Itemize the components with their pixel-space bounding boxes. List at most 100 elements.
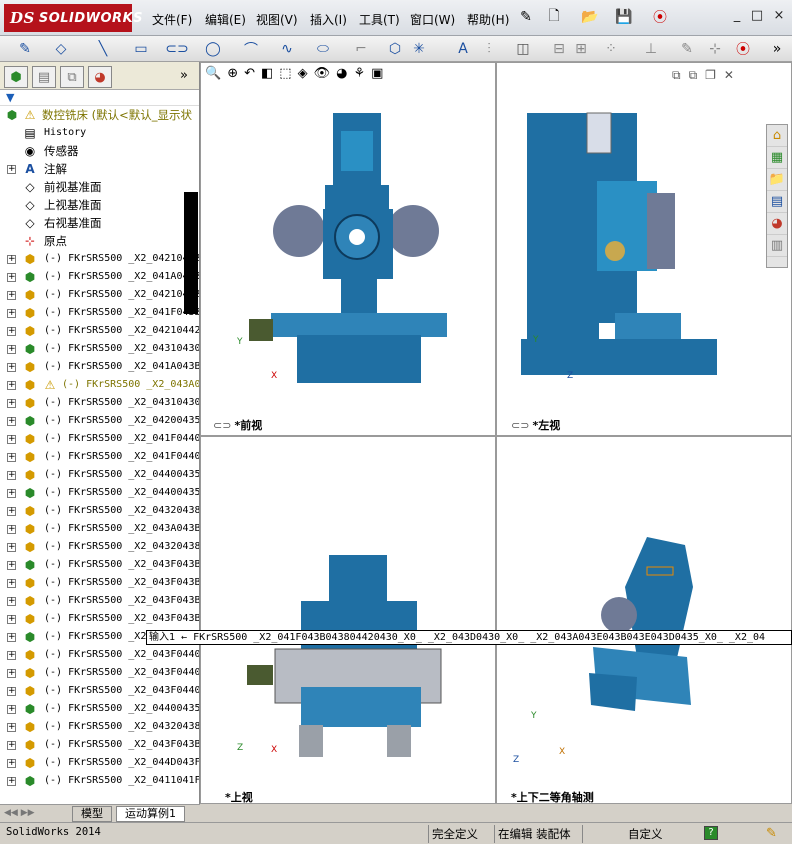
menu-view[interactable]: 视图(V) <box>256 11 298 28</box>
section-view-icon[interactable]: ◧ <box>261 66 273 88</box>
expand-toggle[interactable]: + <box>7 741 16 750</box>
expand-toggle[interactable]: + <box>7 777 16 786</box>
tree-part-row[interactable]: + ⬢ (-) FKrSRS500 _X2_04320438 <box>0 538 199 556</box>
tree-part-row[interactable]: + ⬢ (-) FKrSRS500 _X2_043F043B <box>0 556 199 574</box>
point-icon[interactable]: ✳ <box>408 39 430 59</box>
design-library-icon[interactable]: ▦ <box>767 147 787 169</box>
solidworks-logo[interactable]: DS SOLIDWORKS <box>4 4 143 32</box>
rectangle-icon[interactable]: ▭ <box>130 39 152 59</box>
file-explorer-icon[interactable]: 📁 <box>767 169 787 191</box>
menu-file[interactable]: 文件(F) <box>152 11 192 28</box>
tree-node[interactable]: ◉ 传感器 <box>0 142 199 160</box>
tree-part-row[interactable]: + ⬢ (-) FKrSRS500 _X2_044D043F <box>0 754 199 772</box>
tab-motion-study[interactable]: 运动算例1 <box>116 806 185 822</box>
tree-part-row[interactable]: + ⬢ (-) FKrSRS500 _X2_042104420 <box>0 250 199 268</box>
expand-toggle[interactable]: + <box>7 615 16 624</box>
menu-tools[interactable]: 工具(T) <box>359 11 400 28</box>
rapid-sketch-icon[interactable]: ⦿ <box>732 39 754 59</box>
text-icon[interactable]: A <box>452 39 474 59</box>
configuration-manager-tab[interactable]: ⧉ <box>60 66 84 88</box>
expand-toggle[interactable]: + <box>7 327 16 336</box>
mirror-icon[interactable]: ⫶ <box>478 39 500 59</box>
tree-node[interactable]: ▤ History <box>0 124 199 142</box>
expand-toggle[interactable]: + <box>7 489 16 498</box>
tree-node[interactable]: ⊹ 原点 <box>0 232 199 250</box>
expand-toggle[interactable]: + <box>7 363 16 372</box>
display-style-icon[interactable]: ◈ <box>298 66 308 88</box>
tree-part-row[interactable]: + ⬢ (-) FKrSRS500 _X2_042104420 <box>0 286 199 304</box>
expand-toggle[interactable]: + <box>7 669 16 678</box>
tree-part-row[interactable]: + ⬢ (-) FKrSRS500 _X2_043F043B <box>0 592 199 610</box>
appearances-icon[interactable]: ◕ <box>767 213 787 235</box>
offset-icon[interactable]: ◫ <box>512 39 534 59</box>
traffic-light-icon[interactable]: ⦿ <box>650 7 670 27</box>
expand-toggle[interactable]: + <box>7 561 16 570</box>
sketch-icon[interactable]: ✎ <box>14 39 36 59</box>
slot-icon[interactable]: ⊂⊃ <box>165 39 188 59</box>
save-icon[interactable]: 💾 <box>614 7 634 27</box>
viewport-left[interactable]: Y Z ⊂⊃ *左视 <box>496 62 792 436</box>
tree-part-row[interactable]: + ⬢ (-) FKrSRS500 _X2_043F0440 <box>0 664 199 682</box>
spline-icon[interactable]: ∿ <box>276 39 298 59</box>
arc-icon[interactable]: ⌒ <box>240 39 262 59</box>
expand-toggle[interactable]: + <box>7 633 16 642</box>
expand-toggle[interactable]: + <box>7 345 16 354</box>
expand-toggle[interactable]: + <box>7 291 16 300</box>
tree-part-row[interactable]: + ⬢ (-) FKrSRS500 _X2_043A043B <box>0 520 199 538</box>
edit-appearance-icon[interactable]: ◕ <box>336 66 347 88</box>
tree-part-row[interactable]: + ⬢ ⚠ (-) FKrSRS500 _X2_043A04 <box>0 376 199 394</box>
new-icon[interactable]: 🗋 <box>544 7 564 27</box>
trim-icon[interactable]: ⊟ <box>548 39 570 59</box>
viewport-restore-icon[interactable]: ❐ <box>705 68 716 83</box>
expand-toggle[interactable]: + <box>7 543 16 552</box>
expand-toggle[interactable]: + <box>7 435 16 444</box>
menu-insert[interactable]: 插入(I) <box>310 11 347 28</box>
tree-part-row[interactable]: + ⬢ (-) FKrSRS500 _X2_04400435 <box>0 466 199 484</box>
viewport-top[interactable]: Z X *上视 <box>200 436 496 804</box>
smart-dimension-icon[interactable]: ◇ <box>50 39 72 59</box>
tree-part-row[interactable]: + ⬢ (-) FKrSRS500 _X2_041F0440 <box>0 448 199 466</box>
tree-part-row[interactable]: + ⬢ (-) FKrSRS500 _X2_043F043B <box>0 574 199 592</box>
feature-manager-tab[interactable]: ⬢ <box>4 66 28 88</box>
expand-toggle[interactable]: + <box>7 579 16 588</box>
viewport-isometric[interactable]: Y X Z *上下二等角轴测 <box>496 436 792 804</box>
expand-toggle[interactable]: + <box>7 651 16 660</box>
tree-node[interactable]: ◇ 右视基准面 <box>0 214 199 232</box>
restore-button[interactable]: □ <box>748 8 766 24</box>
tree-part-row[interactable]: + ⬢ (-) FKrSRS500 _X2_04320438 <box>0 502 199 520</box>
tree-part-row[interactable]: + ⬢ (-) FKrSRS500 _X2_0411041F <box>0 772 199 790</box>
tree-part-row[interactable]: + ⬢ (-) FKrSRS500 _X2_04320438 <box>0 718 199 736</box>
relations-icon[interactable]: ⊥ <box>640 39 662 59</box>
expand-toggle[interactable]: + <box>7 705 16 714</box>
tree-part-row[interactable]: + ⬢ (-) FKrSRS500 _X2_04200435 <box>0 412 199 430</box>
tree-part-row[interactable]: + ⬢ (-) FKrSRS500 _X2_043F0440 <box>0 682 199 700</box>
zoom-to-fit-icon[interactable]: 🔍 <box>205 66 221 88</box>
expand-toggle[interactable]: + <box>7 309 16 318</box>
pattern-icon[interactable]: ⁘ <box>600 39 622 59</box>
expand-toggle[interactable]: + <box>7 381 16 390</box>
filter-icon[interactable]: ▼ <box>6 91 14 104</box>
panel-expand-icon[interactable]: » <box>180 68 188 83</box>
tree-part-row[interactable]: + ⬢ (-) FKrSRS500 _X2_04400435 <box>0 700 199 718</box>
view-palette-icon[interactable]: ▤ <box>767 191 787 213</box>
menu-edit[interactable]: 编辑(E) <box>205 11 246 28</box>
expand-toggle[interactable]: + <box>7 255 16 264</box>
viewport-front[interactable]: Y X ⊂⊃ *前视 <box>200 62 496 436</box>
expand-toggle[interactable]: + <box>7 417 16 426</box>
tree-part-row[interactable]: + ⬢ (-) FKrSRS500 _X2_043F043B <box>0 610 199 628</box>
pin-icon[interactable]: ✎ <box>516 7 536 27</box>
status-custom-units[interactable]: 自定义 <box>628 826 663 842</box>
hide-show-icon[interactable]: 👁 <box>314 66 331 88</box>
custom-properties-icon[interactable]: ▥ <box>767 235 787 257</box>
expand-toggle[interactable]: + <box>7 507 16 516</box>
convert-icon[interactable]: ⊞ <box>570 39 592 59</box>
quick-snap-icon[interactable]: ⊹ <box>704 39 726 59</box>
view-settings-icon[interactable]: ▣ <box>371 66 383 88</box>
expand-toggle[interactable]: + <box>7 597 16 606</box>
fillet-icon[interactable]: ⌐ <box>350 39 372 59</box>
tree-part-row[interactable]: + ⬢ (-) FKrSRS500 _X2_041A043B <box>0 358 199 376</box>
zoom-area-icon[interactable]: ⊕ <box>227 66 238 88</box>
tree-part-row[interactable]: + ⬢ (-) FKrSRS500 _X2_041F0440 <box>0 430 199 448</box>
tab-scroll-arrows[interactable]: ◀◀ ▶▶ <box>4 808 35 818</box>
tree-part-row[interactable]: + ⬢ (-) FKrSRS500 _X2_043F043B <box>0 736 199 754</box>
